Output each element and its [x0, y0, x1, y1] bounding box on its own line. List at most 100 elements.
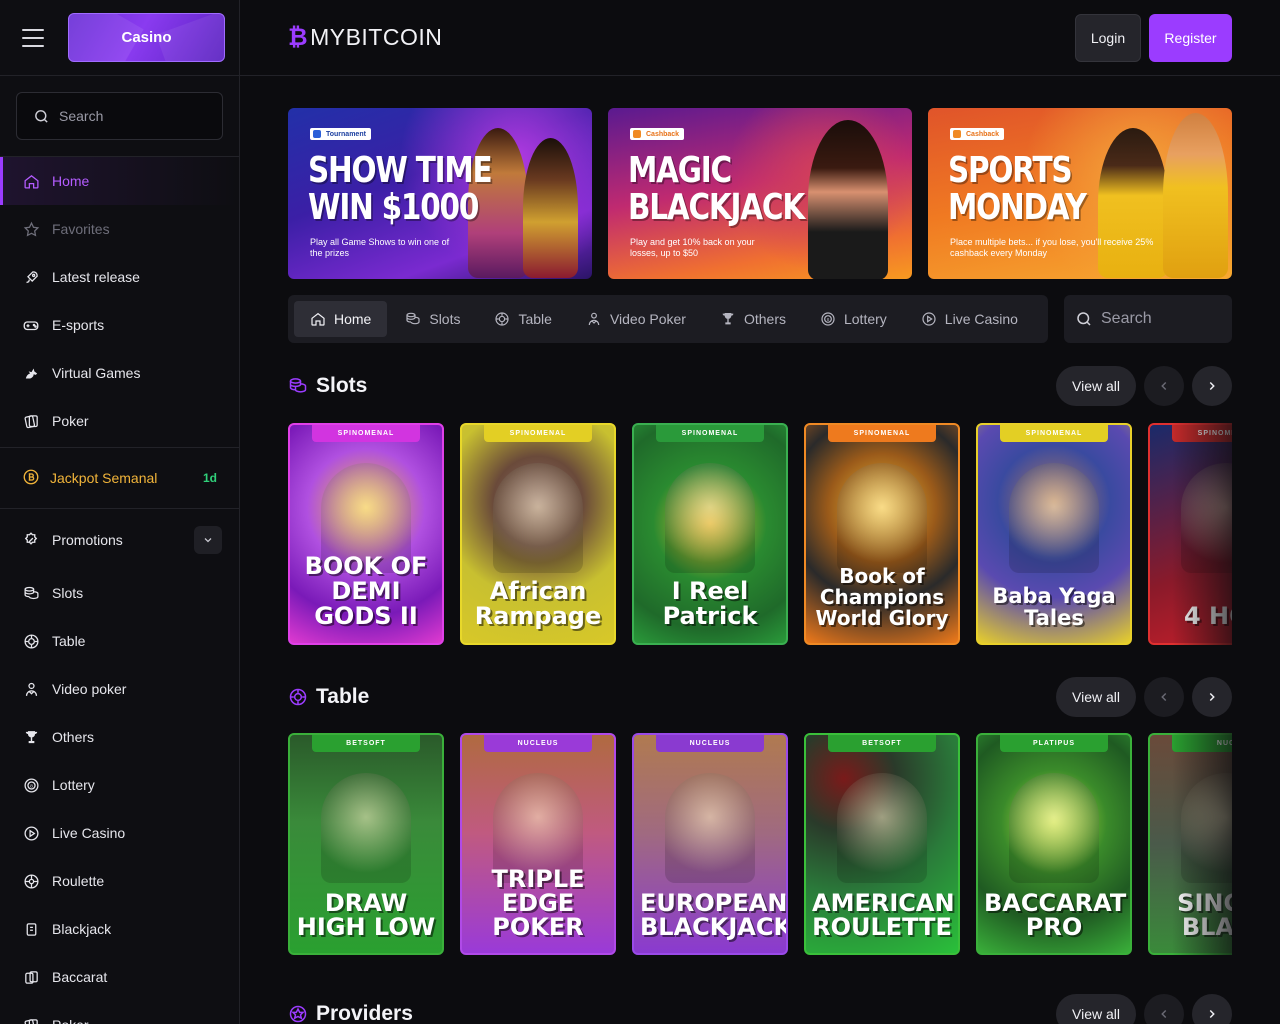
sidebar-item-roulette[interactable]: Roulette	[0, 857, 239, 905]
game-artwork	[321, 773, 411, 883]
sidebar-item-label: Others	[52, 729, 95, 745]
jackpot-timer-badge: 1d	[202, 471, 217, 485]
game-card[interactable]: NUCLEUS TRIPLE EDGE POKER	[460, 733, 616, 955]
chevron-down-icon[interactable]	[194, 526, 222, 554]
sidebar-item-table[interactable]: Table	[0, 617, 239, 665]
sidebar-item-promotions[interactable]: Promotions	[0, 511, 239, 569]
sidebar-item-poker[interactable]: Poker	[0, 1001, 239, 1024]
sidebar-item-latest-release[interactable]: Latest release	[0, 253, 239, 301]
cards-icon	[22, 412, 40, 430]
sidebar-item-baccarat[interactable]: Baccarat	[0, 953, 239, 1001]
banner-tag: Tournament	[310, 128, 371, 140]
sidebar-item-label: Video poker	[52, 681, 127, 697]
tab-lottery[interactable]: 8 Lottery	[804, 301, 903, 337]
bitcoin-icon	[22, 468, 40, 489]
chevron-right-icon[interactable]	[1192, 994, 1232, 1024]
blackjack-icon	[22, 920, 40, 938]
game-card[interactable]: SPINOMENAL I Reel Patrick	[632, 423, 788, 645]
provider-badge: NUCLEUS	[656, 735, 764, 752]
site-logo[interactable]: ₿ MYBITCOIN	[288, 24, 442, 52]
tab-label: Table	[518, 311, 552, 327]
game-artwork	[665, 463, 755, 573]
rocket-icon	[22, 268, 40, 286]
game-card[interactable]: NUCLEUS EUROPEAN BLACKJACK	[632, 733, 788, 955]
chevron-left-icon[interactable]	[1144, 677, 1184, 717]
sidebar-search-input[interactable]: Search	[16, 92, 223, 140]
game-card[interactable]: SPINOMENAL 4 HOR	[1148, 423, 1232, 645]
game-artwork	[1009, 463, 1099, 573]
game-card[interactable]: BETSOFT AMERICAN ROULETTE	[804, 733, 960, 955]
home-icon	[310, 311, 326, 327]
divider	[0, 508, 239, 509]
banner-show-time[interactable]: Tournament SHOW TIME WIN $1000 Play all G…	[288, 108, 592, 279]
sidebar-item-label: Poker	[52, 413, 89, 429]
banner-sports-monday[interactable]: Cashback SPORTS MONDAY Place multiple bet…	[928, 108, 1232, 279]
section-title: Table	[288, 685, 369, 709]
sidebar-item-favorites[interactable]: Favorites	[0, 205, 239, 253]
game-title: EUROPEAN BLACKJACK	[640, 889, 788, 941]
sidebar-item-label: Latest release	[52, 269, 140, 285]
sidebar-item-virtual-games[interactable]: Virtual Games	[0, 349, 239, 397]
game-artwork	[1009, 773, 1099, 883]
sidebar-item-others[interactable]: Others	[0, 713, 239, 761]
svg-text:8: 8	[827, 317, 830, 322]
game-card[interactable]: BETSOFT DRAW HIGH LOW	[288, 733, 444, 955]
game-card[interactable]: NUC SINGLE BLACK	[1148, 733, 1232, 955]
banner-headline-line: SPORTS	[948, 150, 1073, 191]
provider-badge: NUC	[1172, 735, 1232, 752]
tab-others[interactable]: Others	[704, 301, 802, 337]
view-all-slots-button[interactable]: View all	[1056, 366, 1136, 406]
sidebar-item-slots[interactable]: Slots	[0, 569, 239, 617]
game-card[interactable]: SPINOMENAL Baba Yaga Tales	[976, 423, 1132, 645]
game-card[interactable]: SPINOMENAL African Rampage	[460, 423, 616, 645]
tab-video-poker[interactable]: Video Poker	[570, 301, 702, 337]
chevron-left-icon[interactable]	[1144, 994, 1184, 1024]
sidebar-item-home[interactable]: Home	[0, 157, 239, 205]
section-title-text: Slots	[316, 374, 368, 397]
view-all-providers-button[interactable]: View all	[1056, 994, 1136, 1024]
game-title: I Reel Patrick	[662, 577, 758, 630]
menu-icon[interactable]	[22, 28, 44, 47]
game-artwork	[665, 773, 755, 883]
sidebar: Casino Search Home Favorites Latest rele…	[0, 0, 240, 1024]
chevron-left-icon[interactable]	[1144, 366, 1184, 406]
game-artwork	[493, 463, 583, 573]
banner-tag: Cashback	[630, 128, 685, 140]
chevron-right-icon[interactable]	[1192, 677, 1232, 717]
game-card[interactable]: PLATIPUS BACCARAT PRO	[976, 733, 1132, 955]
sidebar-item-blackjack[interactable]: Blackjack	[0, 905, 239, 953]
tab-table[interactable]: Table	[478, 301, 567, 337]
casino-tab[interactable]: Casino	[68, 13, 225, 62]
dealer-icon	[22, 680, 40, 698]
game-card[interactable]: SPINOMENAL Book of Champions World Glory	[804, 423, 960, 645]
logo-text: MYBITCOIN	[310, 24, 443, 50]
banner-headline-line: WIN $1000	[308, 187, 479, 228]
sidebar-item-jackpot[interactable]: Jackpot Semanal 1d	[0, 448, 239, 508]
tab-live-casino[interactable]: Live Casino	[905, 301, 1034, 337]
game-title: BOOK OF DEMI GODS II	[304, 552, 428, 630]
login-button[interactable]: Login	[1075, 14, 1141, 62]
sidebar-search-placeholder: Search	[59, 108, 104, 124]
game-title: BACCARAT PRO	[984, 889, 1127, 941]
tab-slots[interactable]: Slots	[389, 301, 476, 337]
sidebar-item-poker[interactable]: Poker	[0, 397, 239, 445]
banner-headline: SHOW TIME WIN $1000	[308, 152, 493, 228]
games-search-input[interactable]: Search	[1064, 295, 1232, 343]
chevron-right-icon[interactable]	[1192, 366, 1232, 406]
sidebar-item-live-casino[interactable]: Live Casino	[0, 809, 239, 857]
sidebar-item-label: Poker	[52, 1017, 89, 1024]
banner-figure	[808, 120, 888, 279]
sidebar-item-esports[interactable]: E-sports	[0, 301, 239, 349]
games-search-placeholder: Search	[1101, 310, 1152, 327]
tab-home[interactable]: Home	[294, 301, 388, 337]
register-button[interactable]: Register	[1149, 14, 1232, 62]
view-all-table-button[interactable]: View all	[1056, 677, 1136, 717]
banner-magic-blackjack[interactable]: Cashback MAGIC BLACKJACK Play and get 10%…	[608, 108, 912, 279]
table-game-row: BETSOFT DRAW HIGH LOW NUCLEUS TRIPLE EDG…	[288, 733, 1232, 955]
sidebar-item-video-poker[interactable]: Video poker	[0, 665, 239, 713]
game-card[interactable]: SPINOMENAL BOOK OF DEMI GODS II	[288, 423, 444, 645]
tab-label: Video Poker	[609, 311, 686, 327]
coins-icon	[405, 311, 421, 327]
sidebar-item-label: Table	[52, 633, 86, 649]
sidebar-item-lottery[interactable]: 8 Lottery	[0, 761, 239, 809]
